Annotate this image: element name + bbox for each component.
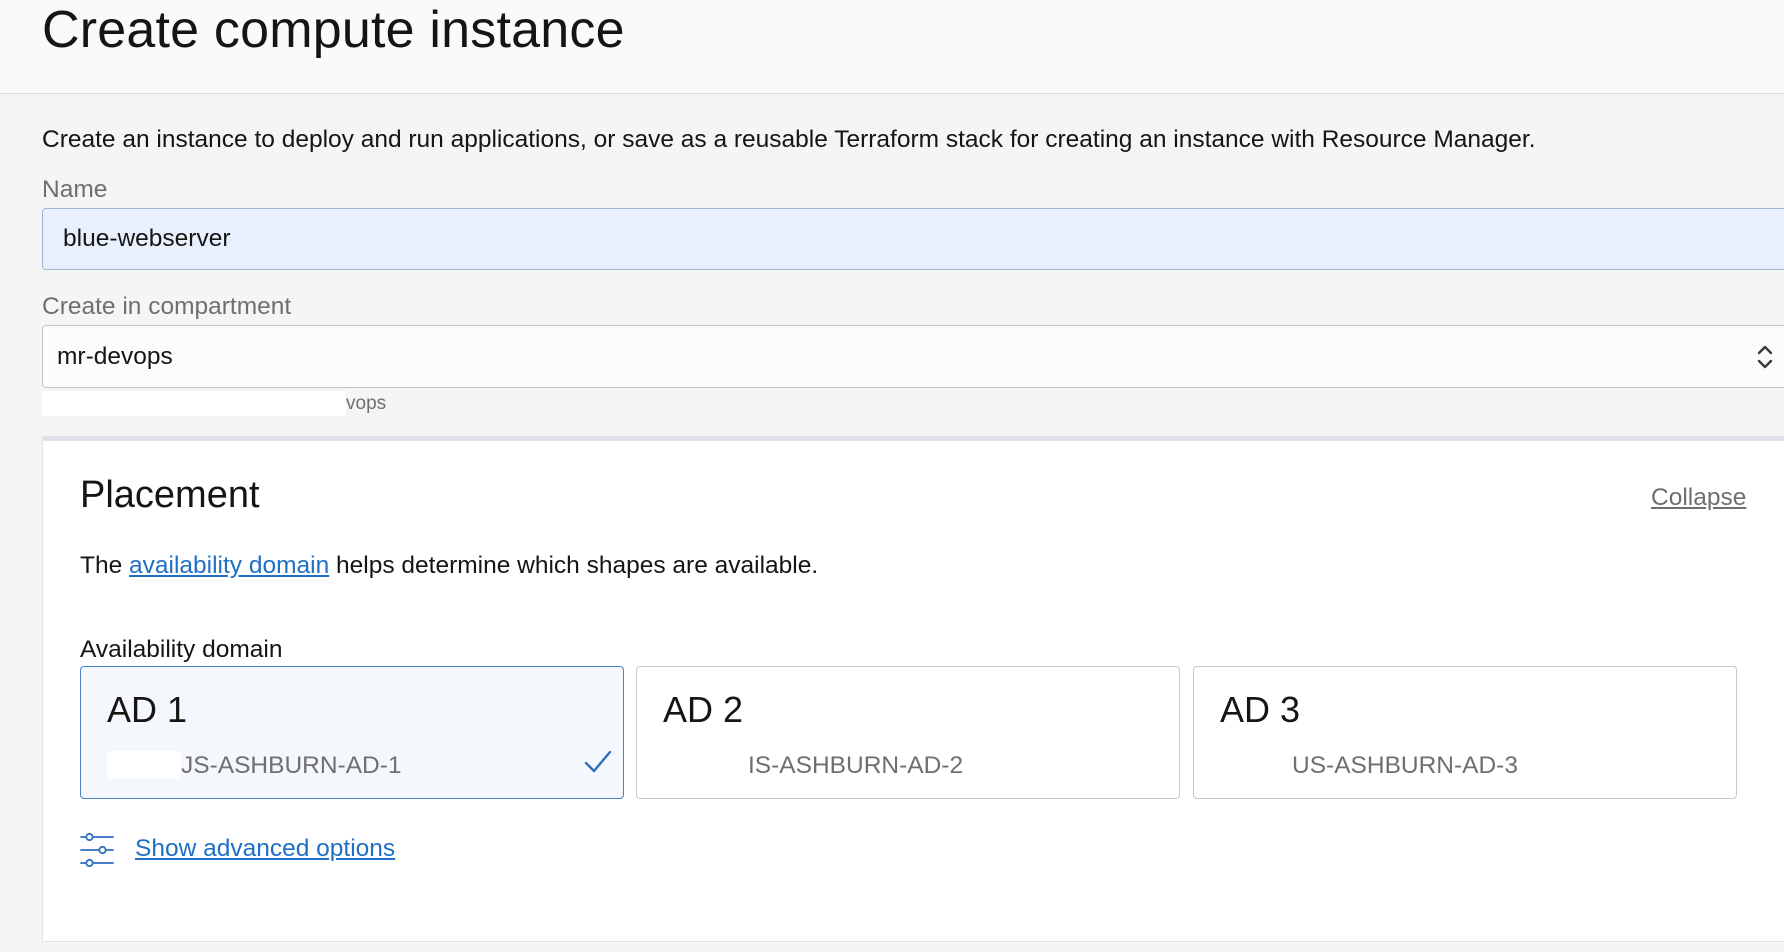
ad-option-title: AD 2	[663, 689, 744, 730]
availability-domain-label: Availability domain	[80, 636, 283, 663]
ad-option-title: AD 1	[107, 689, 188, 730]
compartment-label: Create in compartment	[42, 293, 292, 320]
ad-option-3[interactable]: AD 3 US-ASHBURN-AD-3	[1193, 666, 1737, 799]
placement-help-text: The availability domain helps determine …	[80, 552, 818, 580]
show-advanced-options-link[interactable]: Show advanced options	[135, 835, 395, 863]
collapse-link[interactable]: Collapse	[1651, 484, 1746, 512]
name-input[interactable]	[42, 208, 1784, 270]
name-label: Name	[42, 176, 108, 203]
ad-option-subtitle-text: JS-ASHBURN-AD-1	[181, 752, 402, 779]
check-icon	[584, 750, 612, 773]
redacted-prefix	[107, 751, 181, 779]
redacted-prefix	[1220, 751, 1292, 779]
ad-option-subtitle: IS-ASHBURN-AD-2	[663, 751, 963, 780]
ad-option-2[interactable]: AD 2 IS-ASHBURN-AD-2	[636, 666, 1180, 799]
redacted-prefix	[663, 751, 748, 779]
chevron-up-down-icon	[1757, 345, 1773, 369]
ad-option-subtitle: US-ASHBURN-AD-3	[1220, 751, 1518, 780]
sliders-icon	[80, 832, 114, 868]
page-header: Create compute instance	[0, 0, 1784, 94]
help-prefix: The	[80, 552, 130, 579]
ad-option-subtitle-text: US-ASHBURN-AD-3	[1292, 752, 1518, 779]
compartment-path: vops	[346, 393, 387, 414]
redacted-path	[42, 391, 346, 416]
ad-option-title: AD 3	[1220, 689, 1301, 730]
compartment-select-value: mr-devops	[57, 343, 173, 370]
ad-option-subtitle: JS-ASHBURN-AD-1	[107, 751, 402, 780]
ad-option-subtitle-text: IS-ASHBURN-AD-2	[748, 752, 964, 779]
placement-title: Placement	[80, 474, 260, 516]
ad-option-1[interactable]: AD 1 JS-ASHBURN-AD-1	[80, 666, 624, 799]
intro-text: Create an instance to deploy and run app…	[42, 126, 1536, 153]
compartment-select[interactable]: mr-devops	[42, 325, 1784, 388]
help-suffix: helps determine which shapes are availab…	[329, 552, 819, 579]
page-title: Create compute instance	[42, 1, 625, 59]
availability-domain-link[interactable]: availability domain	[129, 552, 329, 579]
